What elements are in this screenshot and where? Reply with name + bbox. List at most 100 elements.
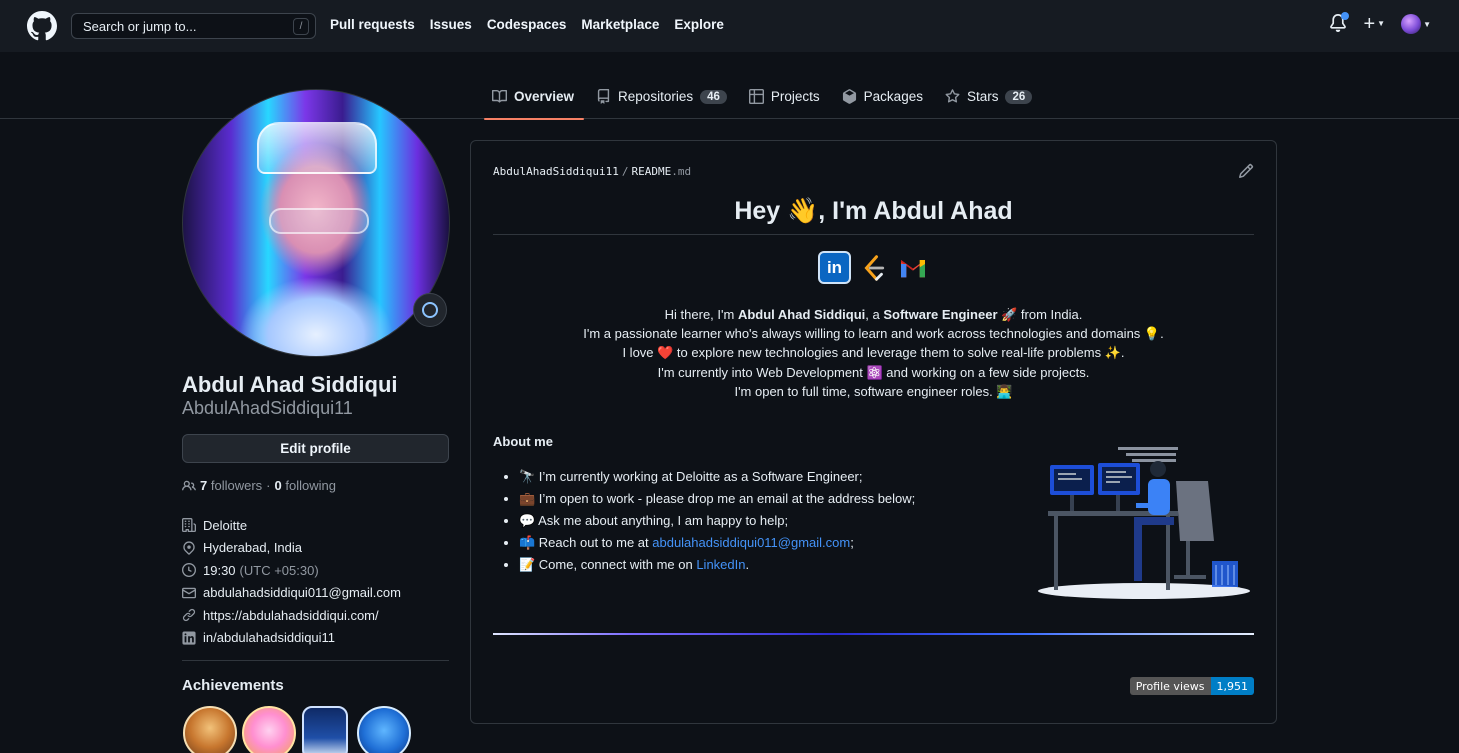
github-logo-icon[interactable] [27,11,57,41]
profile-avatar[interactable] [182,89,450,357]
pencil-edit-icon[interactable] [1238,163,1254,179]
linkedin-link[interactable]: LinkedIn [696,557,745,572]
readme-owner-link[interactable]: AbdulAhadSiddiqui11 [493,165,619,178]
achievement-badge-arctic[interactable] [302,706,348,753]
tab-stars[interactable]: Stars 26 [937,74,1042,119]
company-text: Deloitte [203,517,248,533]
intro-line: I'm a passionate learner who's always wi… [583,326,1164,342]
developer-at-desk-illustration [1038,447,1250,599]
readme-file-name: README [631,165,672,178]
intro-text: , a [865,307,884,322]
website-link[interactable]: https://abdulahadsiddiqui.com/ [203,608,379,623]
create-new-button[interactable]: + ▼ [1363,14,1385,34]
followers-link[interactable]: 7 followers [200,478,262,493]
views-label: Profile views [1129,677,1211,695]
readme-file-link[interactable]: README.md [631,165,691,178]
path-separator: / [621,165,629,178]
top-header: Search or jump to... / Pull requests Iss… [0,0,1459,52]
search-input[interactable]: Search or jump to... / [71,13,316,39]
link-icon [182,609,196,622]
list-item-text: ; [850,535,854,550]
follow-separator: · [266,478,271,493]
readme-divider [493,633,1254,635]
tab-label: Packages [863,89,923,104]
chevron-down-icon: ▼ [1377,19,1386,28]
star-icon [945,89,960,103]
tab-overview[interactable]: Overview [484,74,585,120]
linkedin-link[interactable]: in/abdulahadsiddiqui11 [203,630,335,645]
tab-projects[interactable]: Projects [741,74,830,119]
package-icon [842,89,856,104]
mail-icon [182,587,196,598]
list-item: 🔭 I’m currently working at Deloitte as a… [519,466,915,488]
website-item: https://abdulahadsiddiqui.com/ [182,604,401,627]
intro-line: I love ❤️ to explore new technologies an… [622,345,1125,361]
tab-repositories[interactable]: Repositories 46 [588,74,737,119]
edit-profile-button[interactable]: Edit profile [182,434,449,463]
social-links: in [818,251,929,284]
list-item-text: 📫 Reach out to me at [519,535,653,550]
tab-label: Overview [514,89,575,104]
following-link[interactable]: 0 following [275,478,336,493]
email-item: abdulahadsiddiqui011@gmail.com [182,582,401,605]
readme-intro: Hi there, I'm Abdul Ahad Siddiqui, a Sof… [493,305,1254,401]
profile-tabs: Overview Repositories 46 Projects Packag… [484,74,1042,120]
achievement-badge-pull-shark[interactable] [357,706,411,753]
status-emoji-button[interactable] [413,293,447,327]
achievements-heading: Achievements [182,677,284,694]
list-item: 📝 Come, connect with me on LinkedIn. [519,554,915,576]
global-nav: Pull requests Issues Codespaces Marketpl… [330,17,724,32]
tab-label: Repositories [618,89,694,104]
profile-details: Deloitte Hyderabad, India 19:30 (UTC +05… [182,514,401,649]
follow-stats: 7 followers · 0 following [182,478,336,493]
intro-bold-name: Abdul Ahad Siddiqui [737,307,866,322]
repositories-count: 46 [700,89,727,104]
readme-heading: Hey 👋, I'm Abdul Ahad [493,197,1254,235]
avatar-art-visor [257,122,377,174]
nav-codespaces[interactable]: Codespaces [487,17,567,32]
clock-icon [182,563,196,578]
tab-packages[interactable]: Packages [834,74,933,119]
about-me-heading: About me [493,434,553,449]
search-shortcut-key: / [293,18,309,35]
list-item: 💼 I’m open to work - please drop me an e… [519,488,915,510]
local-time-text: 19:30 [203,562,236,578]
avatar-art-glasses [269,208,369,234]
intro-line: Hi there, I'm Abdul Ahad Siddiqui, a Sof… [493,305,1254,324]
readme-file-ext: .md [671,165,692,178]
nav-explore[interactable]: Explore [674,17,724,32]
sidebar-divider [182,660,449,661]
linkedin-icon[interactable]: in [818,251,851,284]
profile-full-name: Abdul Ahad Siddiqui [182,372,398,397]
nav-issues[interactable]: Issues [430,17,472,32]
header-avatar [1401,14,1422,34]
company-item: Deloitte [182,514,401,537]
location-text: Hyderabad, India [203,540,303,556]
email-link[interactable]: abdulahadsiddiqui011@gmail.com [652,535,850,550]
achievement-badge-starstruck[interactable] [183,706,237,753]
notifications-bell-icon[interactable] [1329,12,1350,34]
nav-marketplace[interactable]: Marketplace [581,17,659,32]
followers-count: 7 [200,478,208,493]
book-icon [492,89,507,103]
linkedin-icon [182,631,196,645]
user-menu-button[interactable]: ▼ [1401,14,1431,34]
intro-bold-role: Software Engineer [883,307,998,322]
following-count: 0 [274,478,282,493]
profile-username: AbdulAhadSiddiqui11 [182,398,353,418]
intro-text: 🚀 from India. [997,307,1083,322]
location-item: Hyderabad, India [182,537,401,560]
building-icon [182,518,196,533]
nav-pull-requests[interactable]: Pull requests [330,17,415,32]
timezone-text: (UTC +05:30) [239,562,319,578]
linkedin-item: in/abdulahadsiddiqui11 [182,627,401,650]
followers-label: followers [210,478,263,493]
list-item: 💬 Ask me about anything, I am happy to h… [519,510,915,532]
achievement-badge-yolo[interactable] [242,706,296,753]
email-link[interactable]: abdulahadsiddiqui011@gmail.com [203,585,401,600]
leetcode-icon[interactable] [857,251,890,284]
profile-views-badge: Profile views 1,951 [1129,677,1254,695]
gmail-icon[interactable] [896,251,929,284]
header-actions: + ▼ ▼ [1329,12,1431,34]
list-item-text: 📝 Come, connect with me on [519,557,697,572]
